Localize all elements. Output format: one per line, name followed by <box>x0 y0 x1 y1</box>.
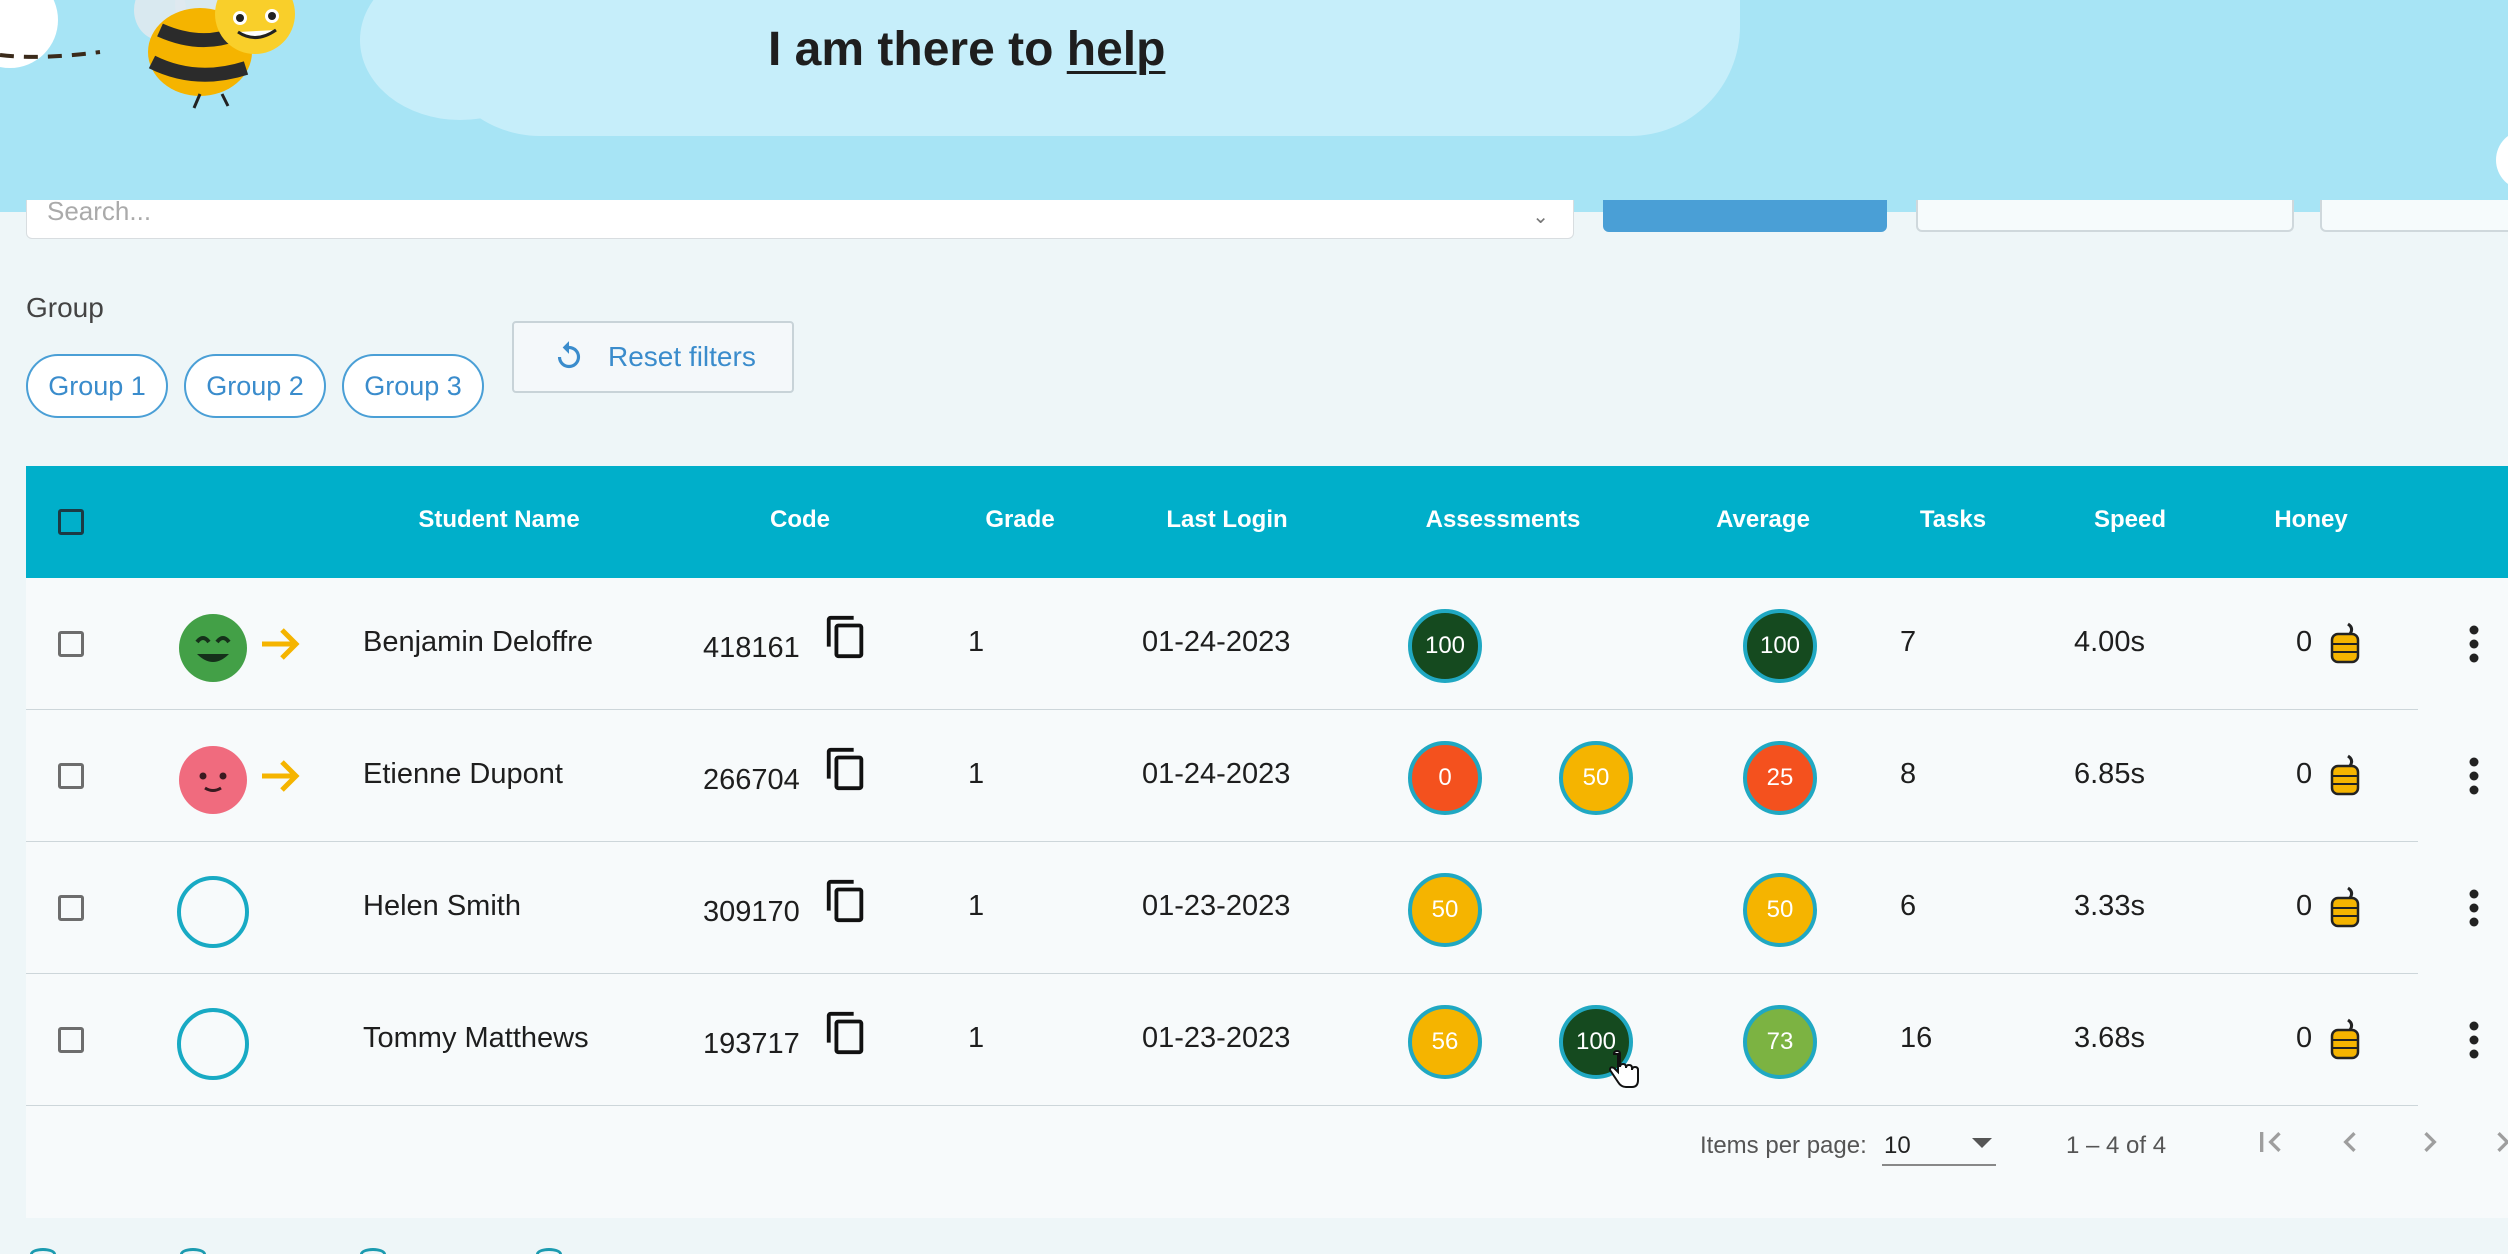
assessment-score-badge[interactable]: 100 <box>1408 609 1482 683</box>
last-login: 01-23-2023 <box>1142 890 1291 922</box>
search-placeholder: Search... <box>47 196 152 226</box>
column-header-tasks[interactable]: Tasks <box>1920 506 1986 534</box>
group-chip-3[interactable]: Group 3 <box>342 354 484 418</box>
banner-text: I am there to <box>768 23 1054 76</box>
last-page-icon[interactable] <box>2488 1122 2508 1162</box>
average-score-badge: 100 <box>1743 609 1817 683</box>
empty-avatar-icon <box>177 876 249 948</box>
copy-icon[interactable] <box>823 746 869 792</box>
toolbar-tertiary-button[interactable] <box>2320 200 2508 232</box>
student-code: 266704 <box>703 764 800 796</box>
tasks-count: 8 <box>1900 758 1917 790</box>
row-checkbox[interactable] <box>58 763 84 789</box>
table-header: Student Name Code Grade Last Login Asses… <box>26 466 2508 578</box>
chevron-down-icon: ⌄ <box>1532 206 1549 228</box>
cloud-shape <box>2496 130 2508 190</box>
last-login: 01-24-2023 <box>1142 626 1291 658</box>
student-name[interactable]: Helen Smith <box>363 890 521 923</box>
happy-face-avatar-icon <box>179 614 247 682</box>
items-per-page-select[interactable]: 10 <box>1882 1118 1996 1166</box>
honey-pot-icon <box>2330 754 2360 796</box>
student-name[interactable]: Etienne Dupont <box>363 758 563 791</box>
pagination: Items per page: 10 1 – 4 of 4 <box>26 1050 2508 1190</box>
honey-pot-icon <box>2330 886 2360 928</box>
speed-value: 3.33s <box>2074 890 2145 922</box>
honey-count: 0 <box>2296 626 2313 658</box>
page-range: 1 – 4 of 4 <box>2066 1132 2167 1159</box>
column-header-honey[interactable]: Honey <box>2274 506 2347 534</box>
help-link[interactable]: help <box>1067 23 1166 76</box>
table-row[interactable]: Etienne Dupont 266704 1 01-24-2023 0 50 … <box>26 710 2508 842</box>
page: I am there to help Search... ⌄ Group Gro… <box>0 0 2508 1254</box>
partial-icon <box>30 1248 56 1254</box>
refresh-icon <box>557 341 581 369</box>
average-score-badge: 25 <box>1743 741 1817 815</box>
honey-count: 0 <box>2296 890 2313 922</box>
more-options-icon[interactable] <box>2466 754 2482 798</box>
partial-icon <box>180 1248 206 1254</box>
first-page-icon[interactable] <box>2250 1122 2290 1162</box>
search-input[interactable]: Search... ⌄ <box>26 196 1574 239</box>
column-header-assessments[interactable]: Assessments <box>1426 506 1581 534</box>
toolbar-secondary-button[interactable] <box>1916 200 2294 232</box>
last-login: 01-24-2023 <box>1142 758 1291 790</box>
partial-icon <box>536 1248 562 1254</box>
assessment-score-badge[interactable]: 50 <box>1559 741 1633 815</box>
speed-value: 6.85s <box>2074 758 2145 790</box>
honey-pot-icon <box>2330 622 2360 664</box>
group-chip-1[interactable]: Group 1 <box>26 354 168 418</box>
tasks-count: 6 <box>1900 890 1917 922</box>
more-options-icon[interactable] <box>2466 622 2482 666</box>
arrow-right-icon[interactable] <box>258 622 302 666</box>
table-row[interactable]: Helen Smith 309170 1 01-23-2023 50 50 6 … <box>26 842 2508 974</box>
row-checkbox[interactable] <box>58 895 84 921</box>
row-checkbox[interactable] <box>58 631 84 657</box>
student-code: 309170 <box>703 896 800 928</box>
copy-icon[interactable] <box>823 614 869 660</box>
next-page-icon[interactable] <box>2410 1122 2450 1162</box>
column-header-grade[interactable]: Grade <box>985 506 1054 534</box>
reset-filters-button[interactable]: Reset filters <box>512 321 794 393</box>
toolbar-primary-button[interactable] <box>1603 200 1887 232</box>
student-grade: 1 <box>968 758 985 790</box>
partial-icon <box>360 1248 386 1254</box>
student-code: 418161 <box>703 632 800 664</box>
student-name[interactable]: Benjamin Deloffre <box>363 626 593 659</box>
bee-mascot-icon <box>0 0 295 109</box>
items-per-page-value: 10 <box>1884 1132 1911 1159</box>
banner-title: I am there to help <box>768 22 1165 77</box>
column-header-code[interactable]: Code <box>770 506 830 534</box>
group-filter-label: Group <box>26 292 104 323</box>
speed-value: 4.00s <box>2074 626 2145 658</box>
assessment-score-badge[interactable]: 50 <box>1408 873 1482 947</box>
neutral-face-avatar-icon <box>179 746 247 814</box>
copy-icon[interactable] <box>823 878 869 924</box>
tasks-count: 7 <box>1900 626 1917 658</box>
table-row[interactable]: Benjamin Deloffre 418161 1 01-24-2023 10… <box>26 578 2508 710</box>
students-table: Student Name Code Grade Last Login Asses… <box>26 466 2508 1218</box>
student-grade: 1 <box>968 626 985 658</box>
column-header-student-name[interactable]: Student Name <box>418 506 579 534</box>
help-banner: I am there to help <box>0 0 2508 212</box>
column-header-speed[interactable]: Speed <box>2094 506 2166 534</box>
items-per-page-label: Items per page: <box>1700 1132 1867 1159</box>
select-all-checkbox[interactable] <box>58 509 84 535</box>
reset-filters-label: Reset filters <box>608 341 756 372</box>
previous-page-icon[interactable] <box>2330 1122 2370 1162</box>
dropdown-arrow-icon <box>1972 1138 1992 1148</box>
more-options-icon[interactable] <box>2466 886 2482 930</box>
group-chip-2[interactable]: Group 2 <box>184 354 326 418</box>
column-header-last-login[interactable]: Last Login <box>1166 506 1287 534</box>
arrow-right-icon[interactable] <box>258 754 302 798</box>
honey-count: 0 <box>2296 758 2313 790</box>
average-score-badge: 50 <box>1743 873 1817 947</box>
assessment-score-badge[interactable]: 0 <box>1408 741 1482 815</box>
student-grade: 1 <box>968 890 985 922</box>
column-header-average[interactable]: Average <box>1716 506 1810 534</box>
